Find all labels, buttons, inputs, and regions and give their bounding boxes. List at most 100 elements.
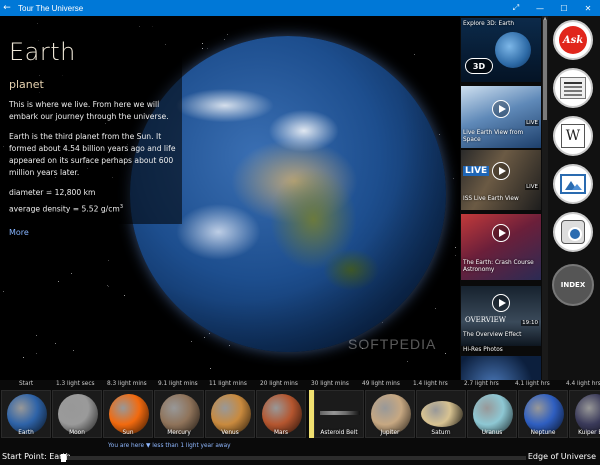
media-list[interactable]: Explore 3D: Earth 3D LIVE Live Earth Vie… — [460, 16, 542, 380]
3d-badge: 3D — [465, 58, 493, 74]
object-thumbnail-icon — [524, 394, 564, 434]
media-item-live-earth[interactable]: LIVE Live Earth View from Space — [461, 86, 541, 148]
object-name-label: Neptune — [530, 430, 556, 436]
title-bar: ← Tour The Universe ⤢ — ☐ ✕ — [0, 0, 600, 16]
strip-object-tile[interactable]: Mars — [256, 390, 306, 438]
distance-label: 9.1 light mins — [158, 381, 198, 387]
media-caption: The Overview Effect — [463, 332, 522, 338]
star — [455, 247, 456, 248]
maximize-icon[interactable]: ☐ — [552, 0, 576, 16]
star — [204, 337, 205, 338]
media-thumb: OVERVIEW 19:10 The Overview Effect — [461, 286, 541, 346]
close-icon[interactable]: ✕ — [576, 0, 600, 16]
play-icon[interactable] — [492, 100, 510, 118]
photos-icon — [560, 174, 586, 194]
star — [414, 54, 415, 55]
journey-progress-track[interactable] — [62, 456, 526, 460]
object-thumbnail-icon — [473, 394, 513, 434]
watermark: SOFTPEDIA — [348, 336, 437, 352]
star — [439, 134, 440, 135]
star — [191, 341, 192, 342]
strip-object-tile[interactable]: Sun — [103, 390, 153, 438]
strip-object-tile[interactable]: Mercury — [154, 390, 204, 438]
media-item-explore-3d[interactable]: Explore 3D: Earth 3D — [461, 18, 541, 82]
object-thumbnail-icon — [58, 394, 98, 434]
media-caption: Explore 3D: Earth — [463, 21, 515, 27]
object-name-label: Mars — [274, 430, 288, 436]
star — [229, 345, 230, 346]
more-link[interactable]: More — [9, 228, 182, 237]
news-button[interactable] — [553, 68, 593, 108]
media-thumb: LIVE Live Earth View from Space — [461, 86, 541, 148]
live-logo: LIVE — [463, 166, 490, 176]
play-icon[interactable] — [492, 162, 510, 180]
scroll-thumb[interactable] — [543, 20, 547, 120]
star — [202, 48, 203, 49]
media-thumb — [461, 356, 541, 380]
strip-object-tile[interactable]: Saturn — [416, 390, 466, 438]
distance-label: 20 light mins — [260, 381, 298, 387]
strip-object-tile[interactable]: Earth — [1, 390, 51, 438]
star — [124, 295, 125, 296]
media-thumb: LIVE LIVE ISS Live Earth View — [461, 150, 541, 210]
overview-logo: OVERVIEW — [465, 316, 506, 324]
object-thumbnail-icon — [421, 401, 463, 427]
back-arrow-icon[interactable]: ← — [0, 0, 14, 16]
media-item-iss-live[interactable]: LIVE LIVE ISS Live Earth View — [461, 150, 541, 210]
star — [209, 333, 210, 334]
earth-thumb-icon — [495, 32, 531, 68]
play-icon[interactable] — [492, 224, 510, 242]
media-item-overview-effect[interactable]: OVERVIEW 19:10 The Overview Effect — [461, 286, 541, 346]
distance-label: 1.4 light hrs — [413, 381, 448, 387]
distance-label: 2.7 light hrs — [464, 381, 499, 387]
object-description: Earth is the third planet from the Sun. … — [9, 132, 176, 177]
strip-object-tile[interactable]: Neptune — [518, 390, 568, 438]
diameter-stat: diameter = 12,800 km — [9, 188, 96, 197]
ask-button[interactable]: Ask — [553, 20, 593, 60]
star — [23, 357, 24, 358]
object-name-label: Uranus — [481, 430, 503, 436]
ask-icon: Ask — [559, 26, 587, 54]
wikipedia-icon: W — [561, 124, 585, 148]
object-name-label: Sun — [122, 430, 134, 436]
media-caption: The Earth: Crash Course Astronomy — [463, 260, 534, 273]
star — [453, 178, 454, 179]
media-item-hi-res-photos[interactable]: Hi-Res Photos — [461, 346, 541, 380]
media-badge: LIVE — [525, 184, 539, 190]
strip-object-tile[interactable]: Kuiper Belt — [569, 390, 600, 438]
object-name-label: Asteroid Belt — [320, 430, 358, 436]
distance-label: 30 light mins — [311, 381, 349, 387]
index-button[interactable]: INDEX — [552, 264, 594, 306]
object-title: Earth — [9, 38, 76, 66]
object-type: planet — [9, 78, 44, 91]
star — [36, 335, 37, 336]
density-text: average density = 5.52 g/cm — [9, 204, 120, 214]
object-thumbnail-icon — [262, 394, 302, 434]
media-caption: Hi-Res Photos — [463, 347, 503, 353]
strip-object-tile[interactable]: Moon — [52, 390, 102, 438]
info-panel: Earth planet This is where we live. From… — [0, 16, 182, 237]
video-button[interactable] — [553, 212, 593, 252]
strip-object-tile[interactable]: Asteroid Belt — [314, 390, 364, 438]
photos-button[interactable] — [553, 164, 593, 204]
object-thumbnail-icon — [109, 394, 149, 434]
wikipedia-button[interactable]: W — [553, 116, 593, 156]
window-title: Tour The Universe — [18, 3, 84, 13]
object-name-label: Mercury — [167, 430, 191, 436]
expand-icon[interactable]: ⤢ — [504, 0, 528, 16]
star — [202, 43, 203, 44]
strip-object-tile[interactable]: Jupiter — [365, 390, 415, 438]
media-caption: Live Earth View from Space — [463, 130, 524, 143]
distance-label: Start — [19, 381, 34, 387]
strip-object-tile[interactable]: Venus — [205, 390, 255, 438]
star — [435, 308, 436, 309]
strip-object-tile[interactable]: Uranus — [467, 390, 517, 438]
play-icon[interactable] — [492, 294, 510, 312]
object-thumbnail-icon — [320, 411, 360, 415]
minimize-icon[interactable]: — — [528, 0, 552, 16]
media-item-crash-course[interactable]: The Earth: Crash Course Astronomy — [461, 214, 541, 280]
star — [382, 322, 383, 323]
journey-progress-handle[interactable] — [61, 454, 66, 462]
object-thumbnail-icon — [211, 394, 251, 434]
star — [207, 48, 208, 49]
